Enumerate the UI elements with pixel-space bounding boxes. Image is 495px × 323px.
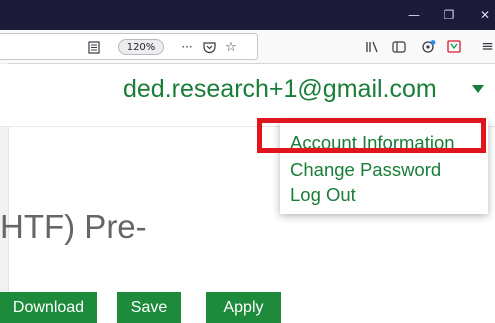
save-button[interactable]: Save xyxy=(117,292,181,323)
page-title-fragment: HTF) Pre- xyxy=(0,208,147,245)
chevron-down-icon[interactable] xyxy=(472,85,484,93)
minimize-button[interactable]: — xyxy=(399,0,429,30)
url-bar[interactable]: 120% ··· ☆ xyxy=(0,33,258,60)
addon-icon[interactable] xyxy=(444,33,464,60)
zoom-level-indicator[interactable]: 120% xyxy=(118,39,164,55)
pocket-icon[interactable] xyxy=(200,34,218,61)
menu-item-log-out[interactable]: Log Out xyxy=(290,184,356,206)
menu-item-change-password[interactable]: Change Password xyxy=(290,159,441,181)
browser-title-bar: — ❐ ✕ xyxy=(0,0,495,30)
restore-button[interactable]: ❐ xyxy=(434,0,464,30)
download-button[interactable]: Download xyxy=(0,292,97,323)
extension-icon[interactable] xyxy=(418,33,438,60)
library-icon[interactable] xyxy=(362,33,382,60)
sidebar-icon[interactable] xyxy=(389,33,409,60)
menu-icon[interactable]: ≡ xyxy=(480,33,495,60)
bookmark-star-icon[interactable]: ☆ xyxy=(222,34,240,61)
page-actions-icon[interactable]: ··· xyxy=(176,34,198,61)
apply-button[interactable]: Apply xyxy=(206,292,281,323)
reader-view-icon[interactable] xyxy=(86,34,102,61)
close-button[interactable]: ✕ xyxy=(470,0,495,30)
user-email-menu-toggle[interactable]: ded.research+1@gmail.com xyxy=(123,75,437,104)
highlight-annotation-box xyxy=(257,118,486,153)
